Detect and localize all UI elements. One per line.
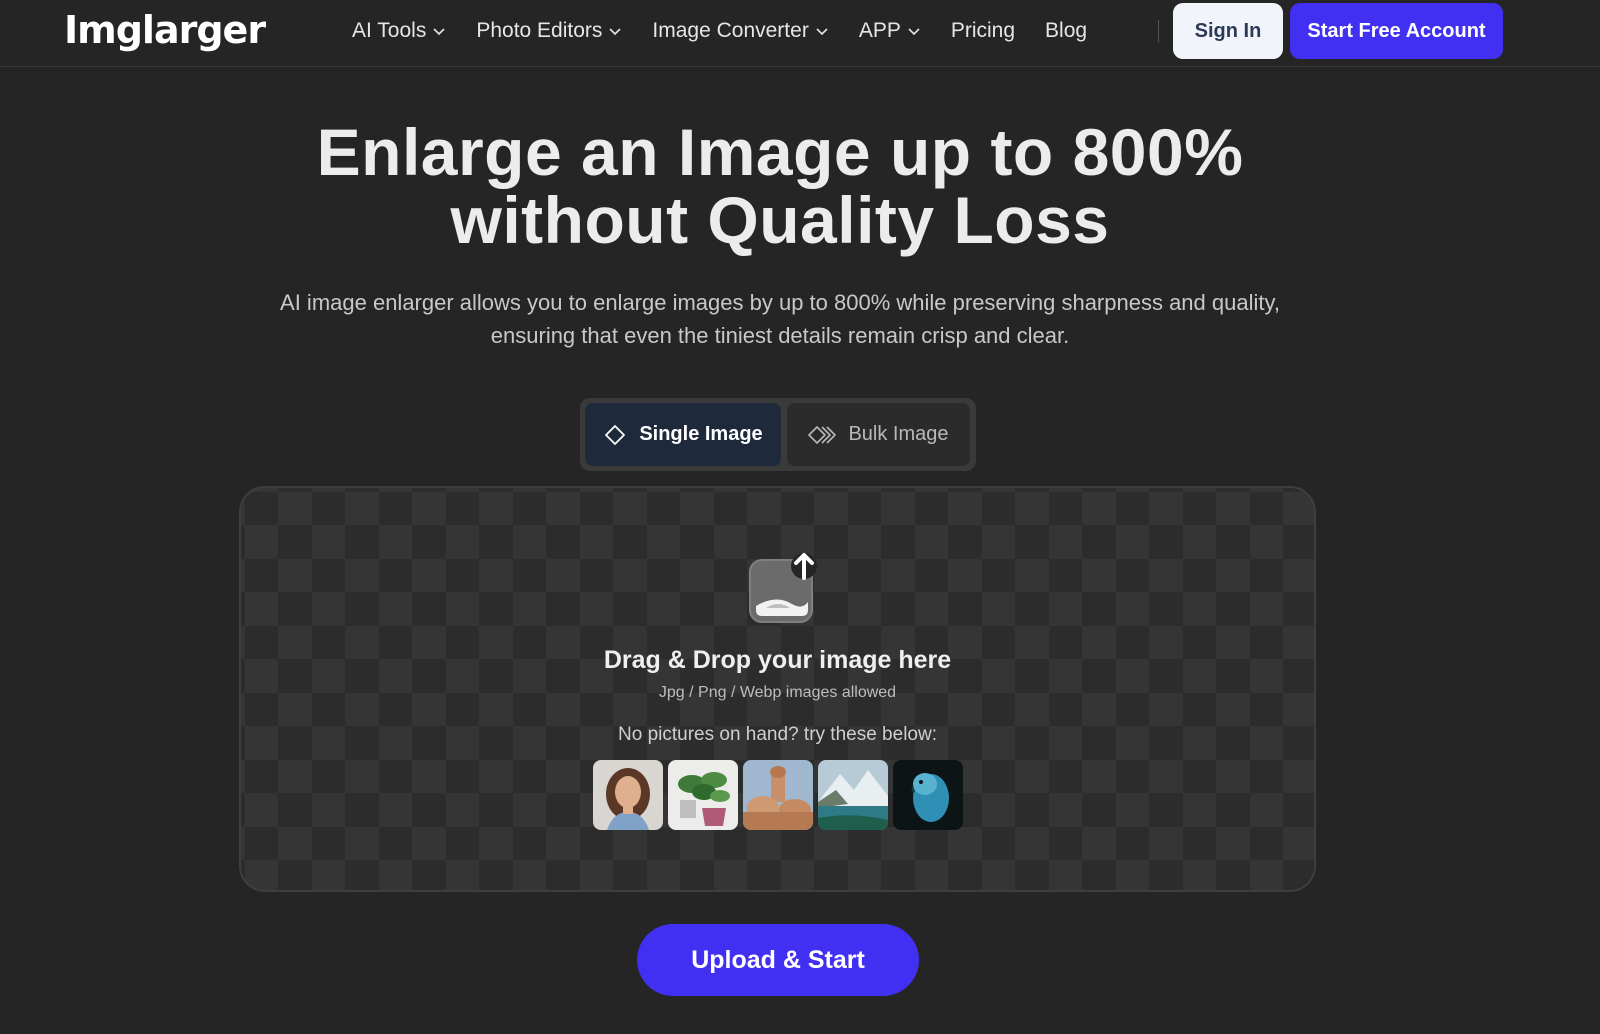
dropzone-title: Drag & Drop your image here (603, 646, 952, 674)
tab-bulk-image-label: Bulk Image (848, 423, 949, 445)
sample-portrait-woman[interactable] (593, 760, 663, 830)
dropzone-try-text: No pictures on hand? try these below: (618, 724, 937, 745)
sign-in-button[interactable]: Sign In (1173, 3, 1283, 59)
page-title: Enlarge an Image up to 800% without Qual… (200, 118, 1360, 254)
sample-houseplant[interactable] (668, 760, 738, 830)
nav-image-converter[interactable]: Image Converter (652, 19, 828, 43)
page-subtitle: AI image enlarger allows you to enlarge … (230, 286, 1330, 352)
mode-toggle: Single Image Bulk Image (580, 398, 976, 471)
domed-building-thumbnail (743, 760, 813, 830)
start-free-account-button[interactable]: Start Free Account (1290, 3, 1503, 59)
nav-ai-tools[interactable]: AI Tools (352, 19, 446, 43)
double-diamond-icon (808, 425, 837, 444)
nav-blog[interactable]: Blog (1045, 19, 1087, 43)
nav-app[interactable]: APP (859, 19, 921, 43)
nav-photo-editors-label: Photo Editors (476, 19, 603, 42)
portrait-woman-thumbnail (593, 760, 663, 830)
sample-domed-building[interactable] (743, 760, 813, 830)
imglarger-logo[interactable]: Imglarger (64, 8, 266, 52)
tab-single-image-label: Single Image (639, 423, 763, 445)
nav-pricing-label: Pricing (950, 19, 1016, 42)
tab-single-image[interactable]: Single Image (585, 403, 781, 466)
houseplant-thumbnail (668, 760, 738, 830)
nav-ai-tools-label: AI Tools (352, 19, 427, 42)
nav-blog-label: Blog (1045, 19, 1088, 42)
page-subtitle-line1: AI image enlarger allows you to enlarge … (280, 290, 1280, 315)
image-upload-icon (749, 553, 817, 623)
diamond-icon (605, 424, 626, 445)
chevron-down-icon (609, 28, 621, 36)
page-subtitle-line2: ensuring that even the tiniest details r… (490, 323, 1070, 348)
nav-divider (1158, 20, 1159, 42)
chevron-down-icon (816, 28, 828, 36)
chevron-down-icon (433, 28, 445, 36)
nav-image-converter-label: Image Converter (652, 19, 809, 42)
sample-blue-parrot[interactable] (893, 760, 963, 830)
mountain-lake-thumbnail (818, 760, 888, 830)
nav-app-label: APP (858, 19, 901, 42)
image-dropzone[interactable]: Drag & Drop your image here Jpg / Png / … (239, 486, 1316, 892)
dropzone-formats: Jpg / Png / Webp images allowed (658, 684, 897, 701)
main-nav: AI Tools Photo Editors Image Converter A… (352, 0, 1117, 62)
nav-pricing[interactable]: Pricing (951, 19, 1015, 43)
upload-start-button[interactable]: Upload & Start (637, 924, 919, 996)
site-header: Imglarger AI Tools Photo Editors Image C… (0, 0, 1600, 67)
page-title-line1: Enlarge an Image up to 800% (316, 115, 1244, 189)
page-title-line2: without Quality Loss (450, 183, 1110, 257)
nav-photo-editors[interactable]: Photo Editors (476, 19, 622, 43)
sample-mountain-lake[interactable] (818, 760, 888, 830)
blue-parrot-thumbnail (893, 760, 963, 830)
sample-images (593, 760, 963, 830)
tab-bulk-image[interactable]: Bulk Image (787, 403, 970, 466)
chevron-down-icon (908, 28, 920, 36)
